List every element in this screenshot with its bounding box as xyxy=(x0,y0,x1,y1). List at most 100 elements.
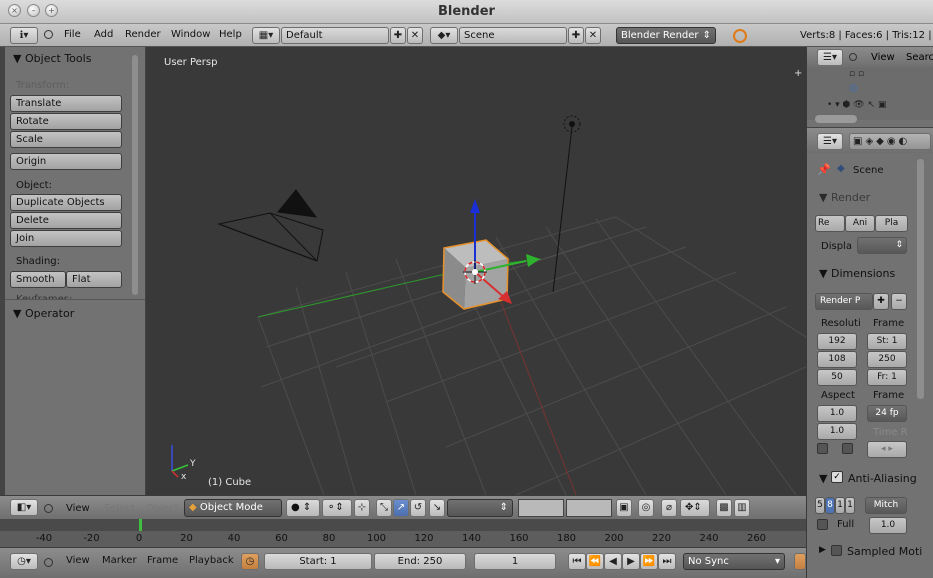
transform-orientation-icon[interactable]: ↘ xyxy=(429,499,445,517)
sampled-motion-collapse-icon[interactable]: ▶ xyxy=(819,545,826,555)
aspect-x-field[interactable]: 1.0 xyxy=(817,405,857,422)
translate-button[interactable]: Translate xyxy=(10,95,122,112)
3d-view-collapse-icon[interactable] xyxy=(44,504,53,513)
display-select[interactable]: ⇕ xyxy=(857,237,907,254)
layer-block-1[interactable] xyxy=(518,499,564,517)
full-sample-checkbox[interactable] xyxy=(817,519,828,530)
3d-menu-object[interactable]: Object xyxy=(146,503,179,514)
time-remap-field[interactable]: ◂ ▸ xyxy=(867,441,907,458)
play-icon[interactable]: ▶ xyxy=(622,553,640,570)
render-image-button[interactable]: Re xyxy=(815,215,845,232)
outliner-editor-type-icon[interactable]: ☰▾ xyxy=(817,49,843,66)
z-gizmo-arrow[interactable] xyxy=(470,199,480,213)
current-frame-marker[interactable] xyxy=(139,519,142,531)
properties-context-tabs[interactable]: ▣◈◆◉◐ xyxy=(849,133,931,150)
filter-size-field[interactable]: 1.0 xyxy=(869,517,907,534)
viewport-shading-select[interactable]: ● ⇕ xyxy=(286,499,320,517)
timeline-menu-playback[interactable]: Playback xyxy=(189,555,234,566)
proportional-edit-icon[interactable]: ◎ xyxy=(638,499,654,517)
add-preset-icon[interactable]: ✚ xyxy=(873,293,889,310)
outliner-menu-view[interactable]: View xyxy=(871,52,895,63)
operator-collapse-icon[interactable]: ▼ xyxy=(13,307,21,320)
screen-layout-field[interactable]: Default xyxy=(281,27,389,44)
snap-toggle-icon[interactable]: ⌀ xyxy=(661,499,677,517)
join-button[interactable]: Join xyxy=(10,230,122,247)
properties-editor-type-icon[interactable]: ☰▾ xyxy=(817,133,843,150)
3d-viewport[interactable]: User Persp (1) Cube Y x + xyxy=(146,47,806,495)
dimensions-collapse-icon[interactable]: ▼ xyxy=(819,267,827,280)
info-editor-type-icon[interactable]: ℹ▾ xyxy=(10,27,38,44)
remove-scene-icon[interactable]: ✕ xyxy=(585,27,601,44)
resolution-x-field[interactable]: 192 xyxy=(817,333,857,350)
add-scene-icon[interactable]: ✚ xyxy=(568,27,584,44)
render-preset-select[interactable]: Render P xyxy=(815,293,873,310)
preview-range-icon[interactable]: ◷ xyxy=(241,553,259,570)
3d-view-editor-type-icon[interactable]: ◧▾ xyxy=(10,499,38,516)
scene-field[interactable]: Scene xyxy=(459,27,567,44)
keying-icon[interactable] xyxy=(794,553,806,570)
outliner-row-icon[interactable]: ▫ ▫ xyxy=(849,69,864,79)
menu-file[interactable]: File xyxy=(64,29,81,40)
timeline-collapse-icon[interactable] xyxy=(44,558,53,567)
menu-add[interactable]: Add xyxy=(94,29,113,40)
lock-camera-icon[interactable]: ▣ xyxy=(616,499,632,517)
snap-element-select[interactable]: ✥⇕ xyxy=(680,499,710,517)
outliner-cube-row[interactable]: • ▾ ⬢ 👁 ↖ ▣ xyxy=(827,100,886,110)
timeline-menu-marker[interactable]: Marker xyxy=(102,555,137,566)
render-engine-select[interactable]: Blender Render ⇕ xyxy=(616,27,716,44)
flat-button[interactable]: Flat xyxy=(66,271,122,288)
outliner-scrollbar[interactable] xyxy=(815,115,857,123)
rotate-button[interactable]: Rotate xyxy=(10,113,122,130)
tool-shelf-scrollbar[interactable] xyxy=(132,55,138,295)
aa-samples-11[interactable]: 1 xyxy=(835,497,845,514)
3d-menu-view[interactable]: View xyxy=(66,503,90,514)
menu-help[interactable]: Help xyxy=(219,29,242,40)
smooth-button[interactable]: Smooth xyxy=(10,271,66,288)
add-screen-icon[interactable]: ✚ xyxy=(390,27,406,44)
screen-layout-icon[interactable]: ▦▾ xyxy=(252,27,280,44)
pivot-point-select[interactable]: ⚬⇕ xyxy=(322,499,352,517)
frame-start-field[interactable]: St: 1 xyxy=(867,333,907,350)
menu-render[interactable]: Render xyxy=(125,29,161,40)
resolution-y-field[interactable]: 108 xyxy=(817,351,857,368)
render-opengl-icon[interactable]: ▩ xyxy=(716,499,732,517)
sampled-motion-checkbox[interactable] xyxy=(831,545,842,556)
aa-filter-select[interactable]: Mitch xyxy=(865,497,907,514)
object-tools-collapse-icon[interactable]: ▼ xyxy=(13,52,21,65)
crop-checkbox[interactable] xyxy=(842,443,853,454)
frame-end-field[interactable]: 250 xyxy=(867,351,907,368)
jump-end-icon[interactable]: ⏭ xyxy=(658,553,676,570)
jump-start-icon[interactable]: ⏮ xyxy=(568,553,586,570)
viewport-plus-icon[interactable]: + xyxy=(794,68,802,79)
start-frame-field[interactable]: Start: 1 xyxy=(264,553,372,570)
delete-button[interactable]: Delete xyxy=(10,212,122,229)
duplicate-objects-button[interactable]: Duplicate Objects xyxy=(10,194,122,211)
play-reverse-icon[interactable]: ◀ xyxy=(604,553,622,570)
remove-preset-icon[interactable]: − xyxy=(891,293,907,310)
aa-collapse-icon[interactable]: ▼ xyxy=(819,472,827,485)
layer-block-2[interactable] xyxy=(566,499,612,517)
rotate-manipulator-icon[interactable]: ↗ xyxy=(393,499,409,517)
3d-menu-select[interactable]: Select xyxy=(104,503,135,514)
translate-manipulator-icon[interactable]: ⤡ xyxy=(376,499,392,517)
prev-keyframe-icon[interactable]: ⏪ xyxy=(586,553,604,570)
transform-orientation-select[interactable]: ⇕ xyxy=(447,499,513,517)
outliner-collapse-icon[interactable] xyxy=(849,53,857,61)
scene-icon[interactable]: ◆▾ xyxy=(430,27,458,44)
timeline-menu-frame[interactable]: Frame xyxy=(147,555,178,566)
timeline-track[interactable] xyxy=(0,519,806,531)
current-frame-field[interactable]: 1 xyxy=(474,553,556,570)
sync-mode-select[interactable]: No Sync ▾ xyxy=(683,553,785,570)
render-animation-button[interactable]: Ani xyxy=(845,215,875,232)
properties-scrollbar[interactable] xyxy=(917,159,924,399)
next-keyframe-icon[interactable]: ⏩ xyxy=(640,553,658,570)
fps-select[interactable]: 24 fp xyxy=(867,405,907,422)
remove-screen-icon[interactable]: ✕ xyxy=(407,27,423,44)
aa-samples-16[interactable]: 1 xyxy=(845,497,855,514)
aa-samples-5[interactable]: 5 xyxy=(815,497,825,514)
origin-button[interactable]: Origin xyxy=(10,153,122,170)
render-panel-collapse-icon[interactable]: ▼ xyxy=(819,191,827,204)
play-animation-button[interactable]: Pla xyxy=(875,215,908,232)
menu-window[interactable]: Window xyxy=(171,29,210,40)
outliner-menu-search[interactable]: Searc xyxy=(906,52,933,63)
